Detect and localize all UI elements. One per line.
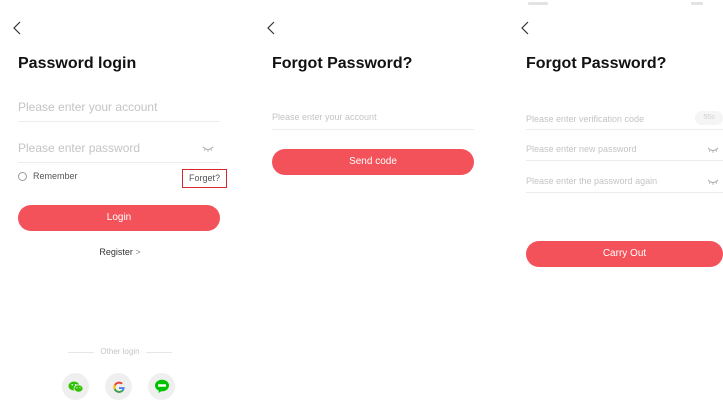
account-input[interactable]: Please enter your account — [18, 96, 220, 122]
register-label: Register — [99, 247, 133, 257]
chevron-left-icon — [521, 21, 529, 35]
confirm-password-placeholder: Please enter the password again — [526, 176, 658, 186]
google-icon — [112, 381, 125, 393]
account-placeholder: Please enter your account — [18, 100, 158, 114]
chevron-left-icon — [267, 21, 275, 35]
page-title: Forgot Password? — [526, 55, 667, 72]
confirm-password-input[interactable]: Please enter the password again — [526, 170, 723, 193]
other-login-label: Other login — [60, 347, 180, 356]
back-button[interactable] — [264, 20, 278, 36]
back-button[interactable] — [518, 20, 532, 36]
status-bar-left — [528, 2, 548, 5]
send-code-button[interactable]: Send code — [272, 149, 474, 175]
forget-link[interactable]: Forget? — [182, 169, 227, 188]
eye-closed-icon[interactable] — [707, 147, 719, 153]
chevron-right-icon: > — [135, 247, 141, 257]
verification-code-input[interactable]: Please enter verification code — [526, 108, 723, 130]
account-input[interactable]: Please enter your account — [272, 108, 474, 130]
account-placeholder: Please enter your account — [272, 112, 377, 122]
radio-icon — [18, 171, 27, 181]
back-button[interactable] — [10, 20, 24, 36]
eye-closed-icon[interactable] — [707, 179, 719, 185]
page-title: Forgot Password? — [272, 55, 413, 72]
wechat-icon — [68, 381, 83, 393]
carry-out-button[interactable]: Carry Out — [526, 241, 723, 267]
new-password-placeholder: Please enter new password — [526, 144, 637, 154]
login-button[interactable]: Login — [18, 205, 220, 231]
line-login-button[interactable] — [148, 373, 175, 400]
new-password-input[interactable]: Please enter new password — [526, 138, 723, 161]
remember-checkbox[interactable]: Remember — [18, 171, 78, 181]
countdown-timer[interactable]: 55s — [695, 111, 723, 125]
register-link[interactable]: Register > — [0, 247, 240, 257]
password-input[interactable]: Please enter password — [18, 137, 220, 163]
chevron-left-icon — [13, 21, 21, 35]
status-bar-right — [691, 2, 703, 5]
forgot-password-screen: Forgot Password? Please enter your accou… — [254, 0, 494, 400]
reset-password-screen: Forgot Password? Please enter verificati… — [508, 0, 723, 400]
code-placeholder: Please enter verification code — [526, 114, 645, 124]
page-title: Password login — [18, 55, 137, 72]
password-placeholder: Please enter password — [18, 141, 141, 155]
remember-label: Remember — [33, 171, 78, 181]
login-screen: Password login Please enter your account… — [0, 0, 240, 400]
eye-closed-icon[interactable] — [202, 146, 214, 152]
wechat-login-button[interactable] — [62, 373, 89, 400]
google-login-button[interactable] — [105, 373, 132, 400]
line-icon — [154, 379, 169, 393]
